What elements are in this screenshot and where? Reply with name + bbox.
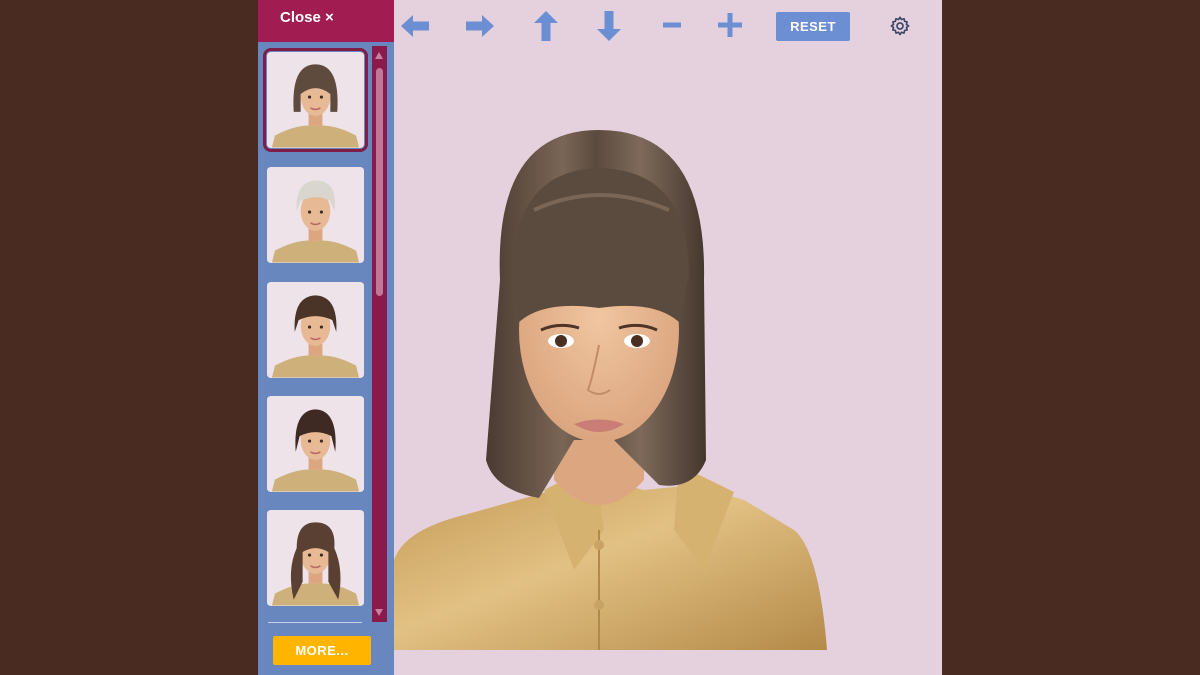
move-left-button[interactable]	[398, 9, 432, 43]
arrow-down-icon	[597, 11, 621, 41]
hairstyle-thumbnail-image	[267, 510, 364, 606]
scrollbar-thumb[interactable]	[376, 68, 383, 296]
hairstyle-sidebar: Close × MORE...	[258, 0, 394, 675]
minus-icon	[663, 22, 681, 28]
scroll-down-arrow-icon[interactable]	[375, 609, 383, 616]
hairstyle-thumbnail-image	[267, 396, 364, 492]
hairstyle-thumbnail[interactable]	[267, 510, 364, 606]
hairstyle-thumbnail[interactable]	[263, 48, 368, 152]
arrow-up-icon	[534, 11, 558, 41]
hairstyle-thumbnail-image	[267, 167, 364, 263]
hairstyle-preview[interactable]	[394, 60, 942, 650]
move-up-button[interactable]	[529, 9, 563, 43]
hairstyle-thumbnail[interactable]	[267, 396, 364, 492]
hairstyle-thumbnail[interactable]	[267, 167, 364, 263]
model-portrait	[394, 130, 827, 650]
gear-icon	[890, 16, 910, 36]
hairstyle-app: Close × MORE... RESET	[258, 0, 942, 675]
close-button[interactable]: Close ×	[258, 0, 394, 42]
move-right-button[interactable]	[463, 9, 497, 43]
hairstyle-thumbnail-list	[258, 42, 372, 622]
arrow-right-icon	[466, 15, 494, 37]
zoom-in-button[interactable]	[713, 9, 747, 43]
reset-button[interactable]: RESET	[776, 12, 850, 41]
move-down-button[interactable]	[592, 9, 626, 43]
sidebar-divider	[268, 622, 362, 623]
hairstyle-thumbnail[interactable]	[267, 282, 364, 378]
plus-icon	[718, 13, 742, 37]
scroll-up-arrow-icon[interactable]	[375, 52, 383, 59]
thumbnail-scrollbar[interactable]	[372, 46, 387, 622]
arrow-left-icon	[401, 15, 429, 37]
settings-button[interactable]	[889, 15, 911, 37]
hairstyle-thumbnail-image	[267, 52, 364, 148]
more-hairstyles-button[interactable]: MORE...	[273, 636, 371, 665]
hairstyle-thumbnail-image	[267, 282, 364, 378]
zoom-out-button[interactable]	[655, 9, 689, 43]
